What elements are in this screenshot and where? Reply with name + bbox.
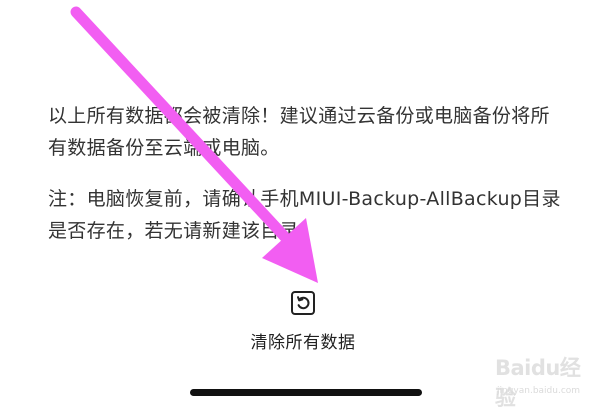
note-text: 注：电脑恢复前，请确认手机MIUI-Backup-AllBackup目录是否存在… — [48, 188, 561, 242]
clear-all-data-button[interactable]: 清除所有数据 — [228, 280, 378, 360]
watermark-brand: Baidu经验 — [495, 356, 581, 410]
watermark-logo: Baidu经验 jingyan.baidu.com — [495, 350, 593, 410]
home-indicator[interactable] — [190, 389, 422, 396]
warning-text: 以上所有数据都会被清除！建议通过云备份或电脑备份将所有数据备份至云端或电脑。 — [48, 105, 550, 159]
clear-all-data-label: 清除所有数据 — [250, 333, 356, 353]
watermark-url: jingyan.baidu.com — [497, 386, 581, 396]
reset-icon — [291, 291, 315, 315]
